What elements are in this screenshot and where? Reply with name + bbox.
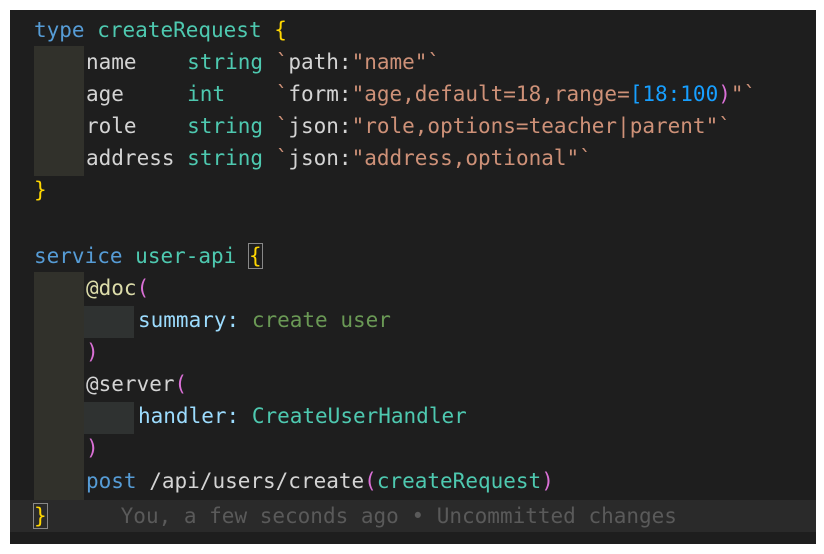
field-name: age bbox=[86, 82, 124, 106]
tag-key: json bbox=[288, 114, 339, 138]
tag-value: "address,optional" bbox=[351, 146, 580, 170]
open-paren: ( bbox=[136, 276, 150, 300]
code-line[interactable]: age int `form:"age,default=18,range=[18:… bbox=[86, 78, 756, 110]
backtick: ` bbox=[579, 146, 592, 170]
code-line[interactable]: address string `json:"address,optional"` bbox=[86, 142, 592, 174]
indent-guide bbox=[84, 306, 134, 338]
handler-value: CreateUserHandler bbox=[251, 404, 467, 428]
tag-key: form bbox=[288, 82, 339, 106]
close-paren: ) bbox=[86, 340, 99, 364]
tag-value: "age,default=18,range= bbox=[351, 82, 630, 106]
route-method: post bbox=[86, 469, 137, 493]
field-name: address bbox=[86, 146, 175, 170]
code-line[interactable]: } bbox=[34, 174, 47, 206]
tag-quote: " bbox=[730, 82, 744, 106]
close-brace: } bbox=[34, 178, 47, 202]
field-name: name bbox=[86, 50, 137, 74]
code-line[interactable]: role string `json:"role,options=teacher|… bbox=[86, 110, 731, 142]
backtick: ` bbox=[718, 114, 731, 138]
indent-guide bbox=[34, 46, 84, 176]
close-brace-matched: } bbox=[33, 503, 48, 529]
backtick: ` bbox=[275, 114, 289, 138]
tag-range-close: ) bbox=[718, 82, 731, 106]
colon: : bbox=[338, 146, 352, 170]
close-paren: ) bbox=[86, 436, 99, 460]
indent-guide bbox=[84, 402, 134, 434]
tag-range: [18:100 bbox=[629, 82, 719, 106]
field-type: int bbox=[187, 82, 226, 106]
code-line[interactable]: @doc( bbox=[86, 272, 149, 304]
summary-key: summary: bbox=[138, 308, 240, 332]
code-line[interactable]: type createRequest { bbox=[34, 14, 287, 46]
tag-key: path bbox=[288, 50, 339, 74]
keyword: type bbox=[34, 18, 85, 42]
colon: : bbox=[338, 50, 352, 74]
code-editor[interactable]: type createRequest { name string `path:"… bbox=[10, 10, 816, 544]
colon: : bbox=[338, 114, 352, 138]
field-type: string bbox=[187, 146, 264, 170]
server-annotation: @server bbox=[86, 372, 175, 396]
git-blame-annotation: You, a few seconds ago • Uncommitted cha… bbox=[120, 504, 677, 528]
service-name: user-api bbox=[135, 244, 237, 268]
summary-value: create user bbox=[251, 308, 391, 332]
backtick: ` bbox=[275, 82, 289, 106]
field-type: string bbox=[187, 50, 264, 74]
code-line[interactable]: ) bbox=[86, 432, 99, 464]
tag-key: json bbox=[288, 146, 339, 170]
code-line[interactable]: service user-api { bbox=[34, 240, 263, 272]
close-paren: ) bbox=[541, 469, 554, 493]
backtick: ` bbox=[275, 146, 289, 170]
backtick: ` bbox=[275, 50, 289, 74]
code-line[interactable]: handler: CreateUserHandler bbox=[138, 400, 467, 432]
current-code-line[interactable]: } You, a few seconds ago • Uncommitted ch… bbox=[10, 500, 816, 532]
open-brace-matched: { bbox=[248, 243, 263, 269]
field-name: role bbox=[86, 114, 137, 138]
field-type: string bbox=[187, 114, 264, 138]
open-brace: { bbox=[274, 18, 287, 42]
tag-value: "name" bbox=[351, 50, 428, 74]
backtick: ` bbox=[743, 82, 757, 106]
indent-guide bbox=[34, 272, 84, 506]
code-line[interactable]: post /api/users/create(createRequest) bbox=[86, 465, 554, 497]
code-line[interactable]: name string `path:"name"` bbox=[86, 46, 440, 78]
colon: : bbox=[338, 82, 352, 106]
open-paren: ( bbox=[174, 372, 188, 396]
backtick: ` bbox=[427, 50, 441, 74]
code-line[interactable]: @server( bbox=[86, 368, 187, 400]
doc-annotation: @doc bbox=[86, 276, 137, 300]
tag-value: "role,options=teacher|parent" bbox=[351, 114, 719, 138]
type-name: createRequest bbox=[97, 18, 262, 42]
keyword: service bbox=[34, 244, 123, 268]
open-paren: ( bbox=[364, 469, 377, 493]
handler-key: handler: bbox=[138, 404, 240, 428]
code-line[interactable]: summary: create user bbox=[138, 304, 391, 336]
code-line[interactable]: ) bbox=[86, 336, 99, 368]
route-param: createRequest bbox=[376, 469, 542, 493]
route-path: /api/users/create bbox=[149, 469, 365, 493]
